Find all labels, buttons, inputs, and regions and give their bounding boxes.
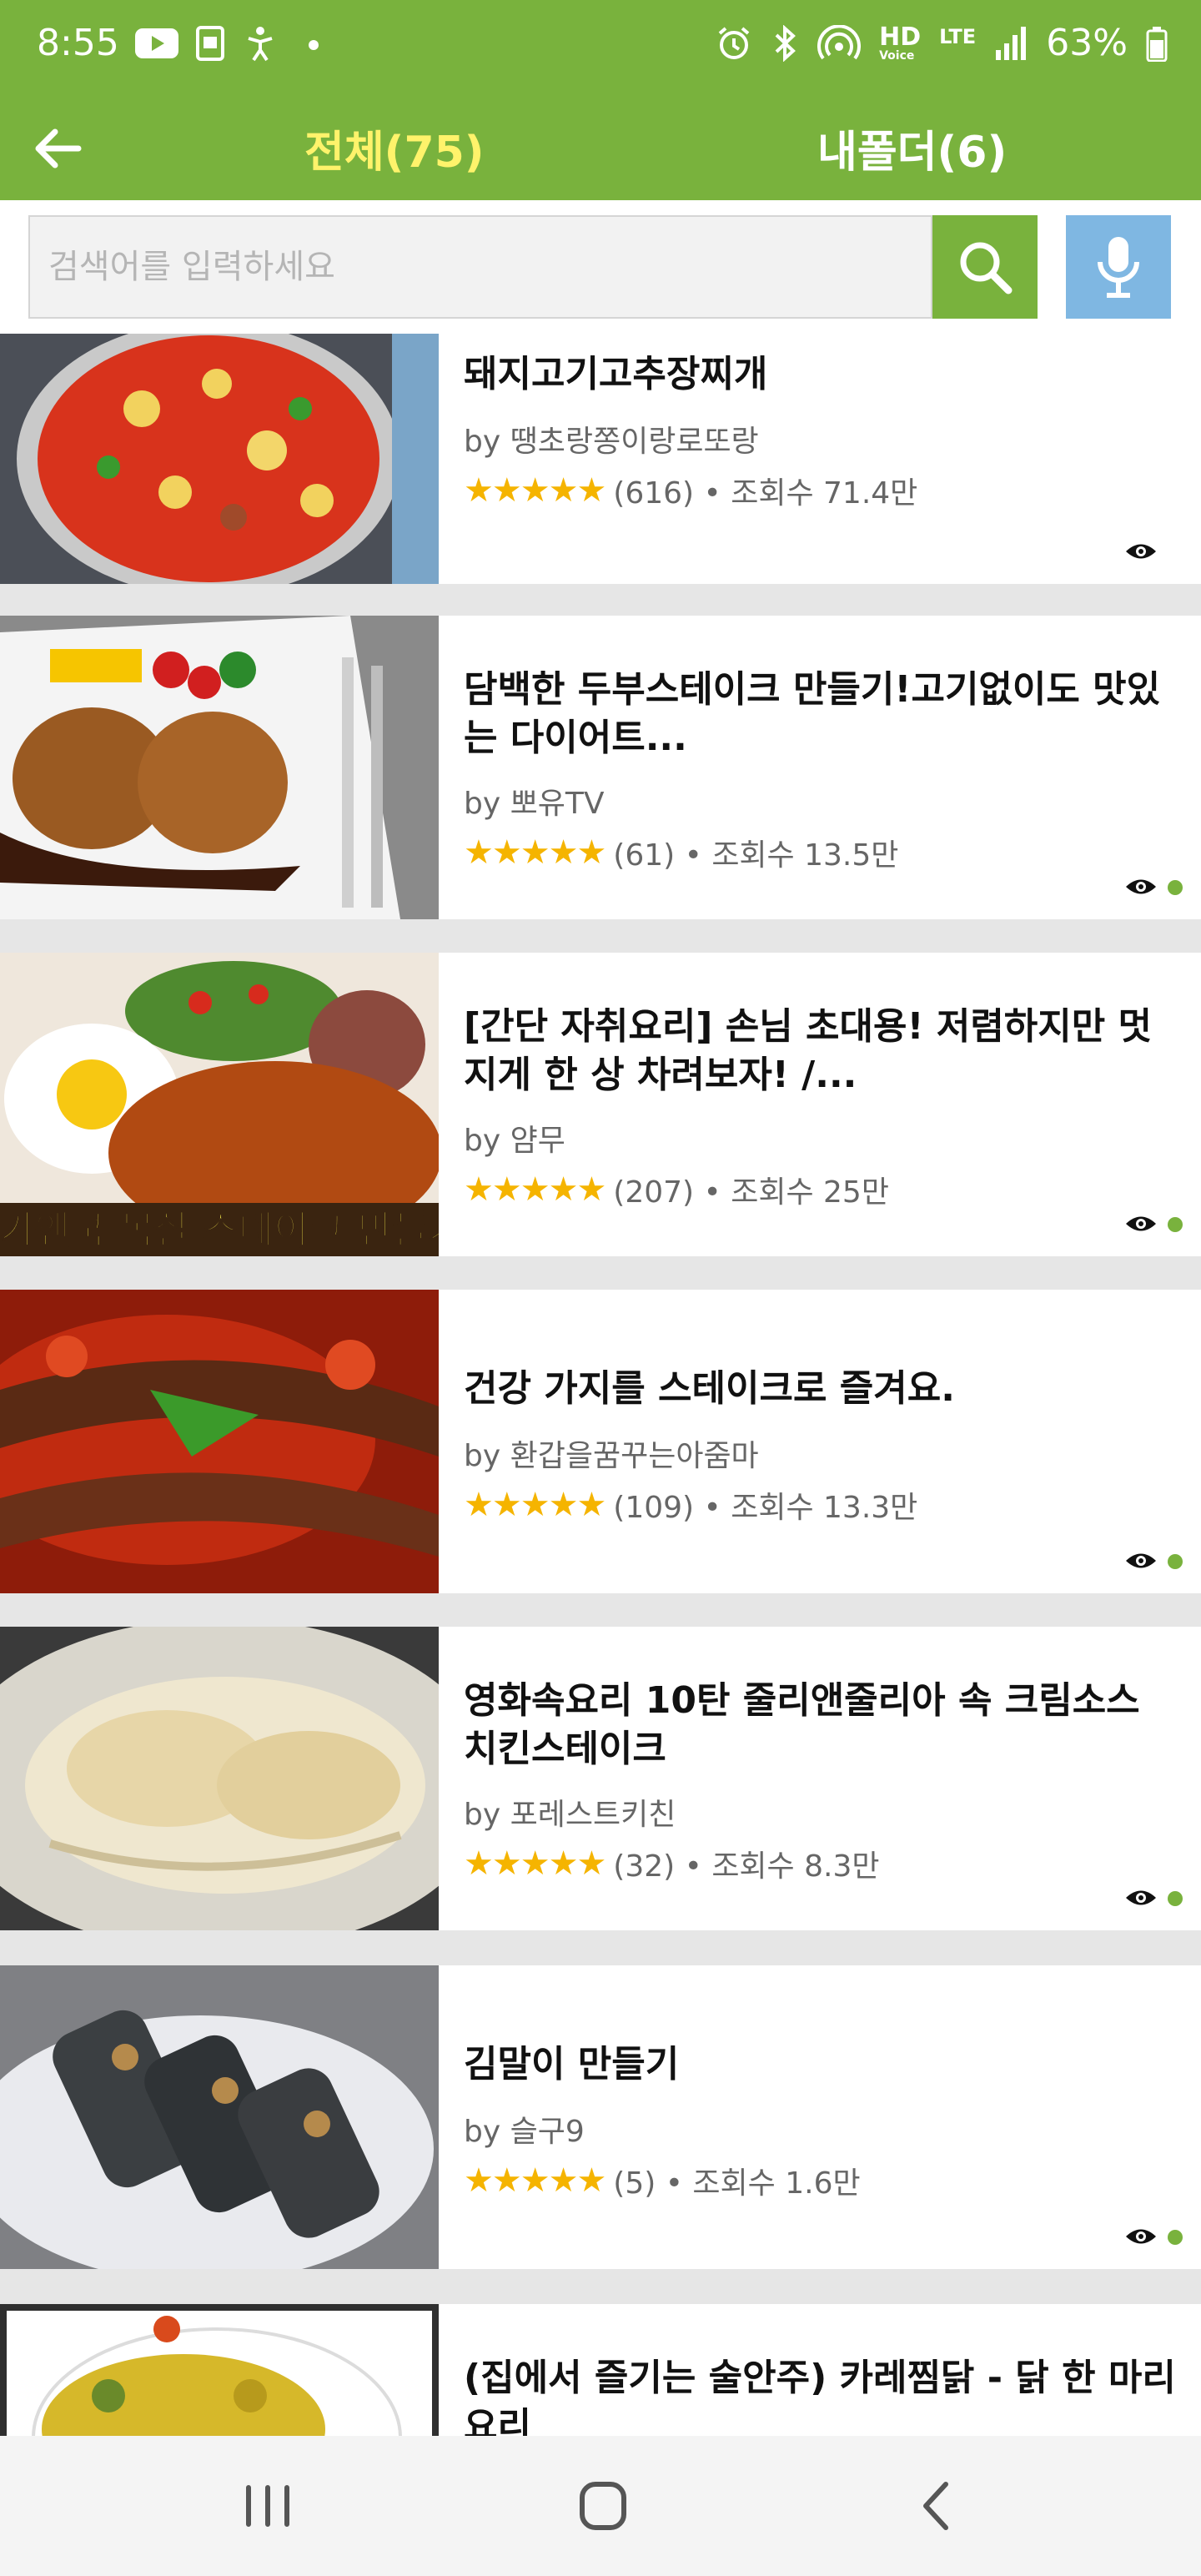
bluetooth-icon [775, 24, 796, 62]
recipe-meta: ★★★★★ (5) • 조회수 1.6만 [464, 2159, 861, 2202]
youtube-icon [135, 28, 178, 58]
search-button[interactable] [932, 215, 1038, 319]
recipe-thumbnail [0, 616, 439, 919]
accessibility-icon [248, 27, 273, 62]
thumbnail-caption: 가앤쿡 목살 스테이크 만들기 [0, 1207, 439, 1252]
tab-all[interactable]: 전체(75) [304, 117, 485, 179]
recipe-title: (집에서 즐기는 술안주) 카레찜닭 - 닭 한 마리 요리 [464, 2357, 1176, 2436]
recipe-stats: (5) • 조회수 1.6만 [613, 2166, 861, 2201]
top-bar: 8:55 HD Voice LTE 63% 전체(75) 내폴더(6) [0, 0, 1201, 200]
battery-icon [1146, 26, 1168, 62]
recipe-thumbnail [0, 1965, 439, 2269]
status-right: HD Voice LTE 63% [716, 22, 1168, 64]
recipe-item[interactable]: 담백한 두부스테이크 만들기!고기없이도 맛있는 다이어트... by 뽀유TV… [0, 616, 1201, 919]
recipe-author: by 얌무 [464, 1124, 565, 1158]
recipe-author: by 슬구9 [464, 2115, 585, 2149]
recipe-meta: ★★★★★ (207) • 조회수 25만 [464, 1168, 889, 1211]
recipe-meta: ★★★★★ (32) • 조회수 8.3만 [464, 1842, 880, 1885]
status-time: 8:55 [37, 22, 119, 64]
recipe-item[interactable]: (집에서 즐기는 술안주) 카레찜닭 - 닭 한 마리 요리 [0, 2304, 1201, 2436]
recipe-info: 건강 가지를 스테이크로 즐겨요. by 환갑을꿈꾸는아줌마 ★★★★★ (10… [464, 1290, 1181, 1593]
recipe-thumbnail [0, 2304, 439, 2436]
recipe-meta: ★★★★★ (616) • 조회수 71.4만 [464, 469, 917, 512]
recipe-thumbnail [0, 1627, 439, 1930]
recipe-info: [간단 자취요리] 손님 초대용! 저렴하지만 멋지게 한 상 차려보자! /.… [464, 953, 1181, 1256]
recipe-stats: (207) • 조회수 25만 [613, 1175, 889, 1210]
new-indicator-dot [1168, 880, 1183, 895]
recipe-info: 돼지고기고추장찌개 by 땡초랑쫑이랑로또랑 ★★★★★ (616) • 조회수… [464, 334, 1181, 637]
recipe-title: 담백한 두부스테이크 만들기!고기없이도 맛있는 다이어트... [464, 668, 1161, 759]
recipe-info: 김말이 만들기 by 슬구9 ★★★★★ (5) • 조회수 1.6만 [464, 1965, 1181, 2269]
recipe-thumbnail [0, 334, 439, 584]
recipe-thumbnail: 가앤쿡 목살 스테이크 만들기 [0, 953, 439, 1256]
recipe-title: 김말이 만들기 [464, 2043, 680, 2085]
recipe-item[interactable]: 가앤쿡 목살 스테이크 만들기 [간단 자취요리] 손님 초대용! 저렴하지만 … [0, 953, 1201, 1256]
signal-icon [996, 26, 1027, 60]
recipe-item[interactable]: 영화속요리 10탄 줄리앤줄리아 속 크림소스 치킨스테이크 by 포레스트키친… [0, 1627, 1201, 1930]
viewed-eye-icon [1126, 2229, 1156, 2244]
battery-percent: 63% [1046, 22, 1128, 64]
rating-stars: ★★★★★ [464, 2161, 606, 2200]
search-input[interactable] [28, 215, 932, 319]
dot-icon [309, 40, 319, 50]
recipe-info: (집에서 즐기는 술안주) 카레찜닭 - 닭 한 마리 요리 [464, 2304, 1181, 2436]
home-icon[interactable] [565, 2473, 641, 2539]
recipe-author: by 뽀유TV [464, 787, 605, 821]
viewed-eye-icon [1126, 879, 1156, 894]
recent-apps-icon[interactable] [230, 2473, 305, 2539]
voice-search-button[interactable] [1066, 215, 1171, 319]
recipe-stats: (61) • 조회수 13.5만 [613, 838, 899, 873]
viewed-eye-icon [1126, 1553, 1156, 1568]
recipe-title: 돼지고기고추장찌개 [464, 353, 768, 395]
rating-stars: ★★★★★ [464, 833, 606, 872]
new-indicator-dot [1168, 1891, 1183, 1906]
hotspot-icon [817, 24, 862, 59]
new-indicator-dot [1168, 1554, 1183, 1569]
recipe-title: 영화속요리 10탄 줄리앤줄리아 속 크림소스 치킨스테이크 [464, 1679, 1140, 1770]
alarm-icon [718, 26, 750, 59]
tab-my-folder[interactable]: 내폴더(6) [817, 117, 1007, 179]
viewed-eye-icon [1126, 1216, 1156, 1231]
hd-voice-icon: HD Voice [879, 22, 922, 63]
recipe-item[interactable]: 돼지고기고추장찌개 by 땡초랑쫑이랑로또랑 ★★★★★ (616) • 조회수… [0, 334, 1201, 584]
system-nav-bar [0, 2436, 1201, 2576]
recipe-author: by 환갑을꿈꾸는아줌마 [464, 1439, 759, 1473]
back-icon[interactable] [901, 2473, 976, 2539]
recipe-title: [간단 자취요리] 손님 초대용! 저렴하지만 멋지게 한 상 차려보자! /.… [464, 1005, 1153, 1096]
status-bar: 8:55 HD Voice LTE 63% [0, 0, 1201, 92]
recipe-meta: ★★★★★ (61) • 조회수 13.5만 [464, 831, 898, 874]
rating-stars: ★★★★★ [464, 1486, 606, 1524]
microphone-icon [1098, 237, 1139, 298]
viewed-eye-icon [1126, 1890, 1156, 1905]
recipe-meta: ★★★★★ (109) • 조회수 13.3만 [464, 1483, 917, 1527]
back-arrow-icon[interactable] [25, 115, 92, 182]
rating-stars: ★★★★★ [464, 1844, 606, 1883]
recipe-item[interactable]: 건강 가지를 스테이크로 즐겨요. by 환갑을꿈꾸는아줌마 ★★★★★ (10… [0, 1290, 1201, 1593]
recipe-stats: (32) • 조회수 8.3만 [613, 1849, 880, 1884]
lte-icon: LTE [939, 25, 977, 48]
search-icon [960, 242, 1013, 294]
recipe-stats: (109) • 조회수 13.3만 [613, 1491, 918, 1525]
recipe-author: by 포레스트키친 [464, 1798, 676, 1832]
recipe-title: 건강 가지를 스테이크로 즐겨요. [464, 1367, 955, 1410]
recipe-author: by 땡초랑쫑이랑로또랑 [464, 425, 759, 459]
recipe-item[interactable]: 김말이 만들기 by 슬구9 ★★★★★ (5) • 조회수 1.6만 [0, 1965, 1201, 2269]
screenshot-icon [196, 26, 224, 61]
recipe-stats: (616) • 조회수 71.4만 [613, 476, 918, 511]
rating-stars: ★★★★★ [464, 1170, 606, 1209]
recipe-info: 담백한 두부스테이크 만들기!고기없이도 맛있는 다이어트... by 뽀유TV… [464, 616, 1181, 919]
recipe-thumbnail [0, 1290, 439, 1593]
new-indicator-dot [1168, 1217, 1183, 1232]
new-indicator-dot [1168, 2230, 1183, 2245]
app-header: 전체(75) 내폴더(6) [0, 92, 1201, 200]
search-bar [0, 200, 1201, 334]
viewed-eye-icon [1126, 544, 1156, 559]
rating-stars: ★★★★★ [464, 471, 606, 510]
recipe-info: 영화속요리 10탄 줄리앤줄리아 속 크림소스 치킨스테이크 by 포레스트키친… [464, 1627, 1181, 1930]
